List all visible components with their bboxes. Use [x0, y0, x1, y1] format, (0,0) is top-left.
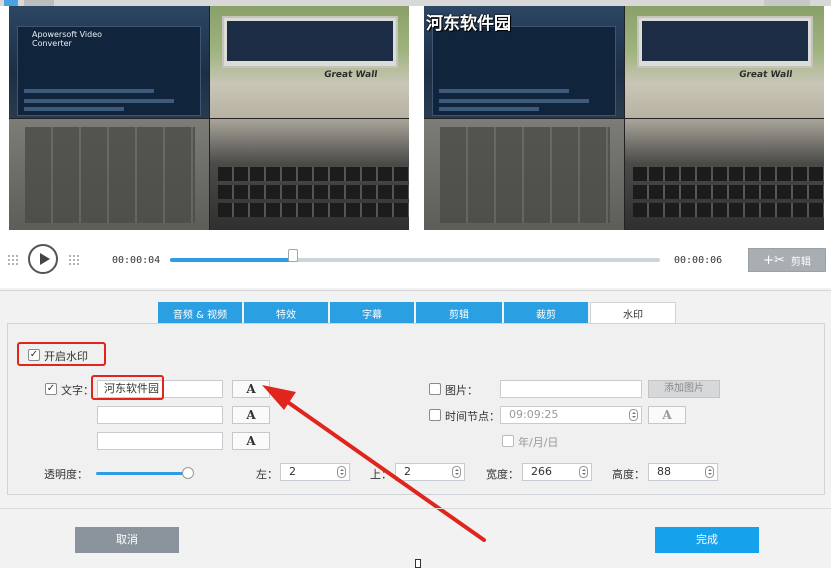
font-settings-button-3[interactable]: A	[232, 432, 270, 450]
width-label: 宽度：	[486, 468, 519, 481]
preview-quadrant-keyboard	[210, 119, 409, 230]
opacity-slider-track[interactable]	[96, 472, 188, 475]
progress-fill	[170, 258, 293, 262]
time-watermark-checkbox[interactable]	[429, 409, 441, 421]
date-format-checkbox[interactable]	[502, 435, 514, 447]
font-settings-button-1[interactable]: A	[232, 380, 270, 398]
annotation-box-text	[91, 375, 164, 400]
brand-label: Great Wall	[738, 70, 793, 80]
output-preview: 河东软件园 Great Wall	[424, 6, 824, 230]
top-offset-label: 上：	[370, 468, 392, 481]
width-input[interactable]: 266	[522, 463, 592, 481]
image-label: 图片：	[445, 384, 478, 397]
top-offset-input[interactable]: 2	[395, 463, 465, 481]
tab-subtitles[interactable]: 字幕	[330, 302, 416, 324]
annotation-box-enable	[17, 342, 106, 366]
monitor-thumbnail	[222, 16, 398, 68]
cancel-button[interactable]: 取消	[75, 527, 179, 553]
cut-button[interactable]: +✂ 剪辑	[748, 248, 826, 272]
spinner-icon[interactable]	[337, 466, 346, 478]
text-watermark-checkbox[interactable]: ✓	[45, 383, 57, 395]
left-offset-label: 左：	[256, 468, 278, 481]
height-input[interactable]: 88	[648, 463, 718, 481]
top-offset-value: 2	[404, 465, 411, 478]
width-value: 266	[531, 465, 552, 478]
edit-tabs: 音频 & 视频 特效 字幕 剪辑 裁剪 水印	[158, 302, 676, 324]
left-offset-input[interactable]: 2	[280, 463, 350, 481]
preview-quadrant-closeup	[9, 119, 209, 230]
app-window-title: Apowersoft Video Converter	[32, 30, 103, 48]
left-offset-value: 2	[289, 465, 296, 478]
progress-handle[interactable]	[287, 249, 298, 262]
progress-track[interactable]	[170, 249, 660, 262]
image-path-input[interactable]	[500, 380, 642, 398]
height-label: 高度：	[612, 468, 645, 481]
spinner-icon[interactable]	[629, 409, 638, 421]
time-label: 时间节点：	[445, 410, 500, 423]
preview-quadrant-closeup	[424, 119, 624, 230]
height-value: 88	[657, 465, 671, 478]
monitor-thumbnail	[637, 16, 813, 68]
preview-quadrant-monitor: Great Wall	[625, 6, 824, 118]
watermark-overlay[interactable]: 河东软件园	[426, 9, 511, 34]
text-input-3[interactable]	[97, 432, 223, 450]
opacity-label: 透明度：	[44, 468, 88, 481]
opacity-slider-handle[interactable]	[182, 467, 194, 479]
preview-quadrant-keyboard	[625, 119, 824, 230]
watermark-panel: ✓ 开启水印 ✓ 文字： 河东软件园 A A A 图片： 添加图片 时间节点： …	[7, 323, 825, 495]
time-font-button[interactable]: A	[648, 406, 686, 424]
font-settings-button-2[interactable]: A	[232, 406, 270, 424]
tab-trim[interactable]: 剪辑	[416, 302, 504, 324]
preview-quadrant-screen: Apowersoft Video Converter	[9, 6, 209, 118]
tab-crop[interactable]: 裁剪	[504, 302, 590, 324]
time-input-value: 09:09:25	[509, 408, 559, 421]
divider	[0, 290, 831, 291]
date-format-label: 年/月/日	[518, 436, 559, 449]
preview-quadrant-monitor: Great Wall	[210, 6, 409, 118]
text-label: 文字：	[61, 384, 94, 397]
add-image-button[interactable]: 添加图片	[648, 380, 720, 398]
preview-quadrant-screen: 河东软件园	[424, 6, 624, 118]
time-input[interactable]: 09:09:25	[500, 406, 642, 424]
scissors-icon: +✂	[763, 252, 785, 268]
app-window-thumbnail	[432, 26, 616, 116]
tab-watermark[interactable]: 水印	[590, 302, 676, 324]
spinner-icon[interactable]	[452, 466, 461, 478]
total-time: 00:00:06	[674, 255, 723, 266]
left-grip-icon[interactable]	[68, 254, 80, 266]
tab-audio-video[interactable]: 音频 & 视频	[158, 302, 244, 324]
image-watermark-checkbox[interactable]	[429, 383, 441, 395]
playback-bar: 00:00:04 00:00:06 +✂ 剪辑	[0, 236, 831, 288]
cut-button-label: 剪辑	[790, 256, 811, 268]
spinner-icon[interactable]	[579, 466, 588, 478]
left-grip-icon[interactable]	[7, 254, 19, 266]
done-button[interactable]: 完成	[655, 527, 759, 553]
spinner-icon[interactable]	[705, 466, 714, 478]
preview-area: Apowersoft Video Converter Great Wall 河东…	[0, 0, 831, 236]
play-icon	[40, 253, 50, 265]
app-window-thumbnail: Apowersoft Video Converter	[17, 26, 201, 116]
original-preview: Apowersoft Video Converter Great Wall	[9, 6, 409, 230]
play-button[interactable]	[28, 244, 58, 274]
text-input-2[interactable]	[97, 406, 223, 424]
brand-label: Great Wall	[323, 70, 378, 80]
footer-divider	[0, 508, 831, 509]
mouse-cursor-icon	[415, 559, 421, 568]
tab-effects[interactable]: 特效	[244, 302, 330, 324]
current-time: 00:00:04	[112, 255, 161, 266]
